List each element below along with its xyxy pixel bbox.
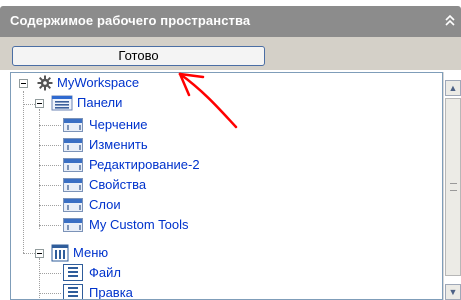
tree-line	[39, 125, 61, 126]
toolbar-icon	[63, 218, 83, 232]
tree-node-menu[interactable]: Меню	[11, 243, 311, 263]
tree-node-menu-item[interactable]: Правка	[11, 283, 311, 300]
tree-node-toolbar-item[interactable]: My Custom Tools	[11, 215, 311, 235]
tree-node-toolbar-item[interactable]: Редактирование-2	[11, 155, 311, 175]
tree-node-label: MyWorkspace	[57, 75, 140, 90]
vertical-scrollbar[interactable]: ▲ ▼	[443, 72, 461, 300]
tree-line	[39, 145, 61, 146]
tree-node-menu-item[interactable]: Файл	[11, 263, 311, 283]
double-chevron-up-icon[interactable]	[443, 11, 457, 31]
tree-node-label: Черчение	[89, 117, 148, 132]
done-button[interactable]: Готово	[12, 46, 265, 66]
tree-node-label: Правка	[89, 285, 133, 300]
panel-title: Содержимое рабочего пространства	[10, 13, 251, 28]
toolbar-icon	[63, 198, 83, 212]
menu-icon	[63, 264, 83, 281]
menu-icon	[63, 284, 83, 299]
toolbar-icon	[63, 178, 83, 192]
tree-node-myworkspace[interactable]: MyWorkspace	[11, 73, 311, 93]
tree-line	[39, 185, 61, 186]
toolbar-icon	[63, 118, 83, 132]
tree-line	[39, 205, 61, 206]
tree-line	[39, 293, 61, 294]
toolbar-icon	[63, 138, 83, 152]
toolbar-group-icon	[51, 95, 73, 111]
collapse-toggle-icon[interactable]	[35, 99, 44, 108]
tree-node-toolbar-item[interactable]: Черчение	[11, 115, 311, 135]
collapse-toggle-icon[interactable]	[19, 79, 28, 88]
scroll-down-button[interactable]: ▼	[445, 284, 461, 300]
tree-node-label: Меню	[73, 245, 109, 260]
gear-icon	[37, 75, 53, 91]
tree-node-label: Изменить	[89, 137, 148, 152]
tree-line	[39, 165, 61, 166]
tree-line	[39, 273, 61, 274]
collapse-toggle-icon[interactable]	[35, 249, 44, 258]
scrollbar-thumb[interactable]	[445, 98, 461, 276]
tree-node-label: Панели	[77, 95, 123, 110]
workspace-tree[interactable]: MyWorkspace Панели Черчение Изменить Ред…	[10, 72, 443, 300]
tree-node-label: My Custom Tools	[89, 217, 189, 232]
menu-group-icon	[51, 244, 69, 262]
tree-node-panels[interactable]: Панели	[11, 93, 311, 113]
tree-node-label: Файл	[89, 265, 121, 280]
tree-node-label: Редактирование-2	[89, 157, 200, 172]
tree-node-toolbar-item[interactable]: Свойства	[11, 175, 311, 195]
tree-line	[39, 225, 61, 226]
toolbar-icon	[63, 158, 83, 172]
tree-node-label: Свойства	[89, 177, 147, 192]
panel-header: Содержимое рабочего пространства	[0, 6, 461, 37]
toolbar: Готово	[0, 37, 461, 70]
tree-node-toolbar-item[interactable]: Слои	[11, 195, 311, 215]
scroll-up-button[interactable]: ▲	[445, 80, 461, 96]
tree-node-label: Слои	[89, 197, 121, 212]
tree-node-toolbar-item[interactable]: Изменить	[11, 135, 311, 155]
